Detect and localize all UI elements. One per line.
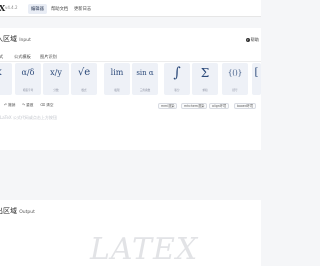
tile-caption: 括号	[232, 89, 238, 92]
toggle-align[interactable]: align环境	[209, 103, 230, 109]
version-label: v4.4.2	[5, 5, 18, 10]
toggle-mml[interactable]: mml渲染	[158, 103, 178, 109]
undo-button[interactable]: ↶ 撤销	[4, 103, 15, 108]
tab-formula[interactable]: 式	[0, 54, 3, 60]
tile-symbol: α/δ	[21, 68, 35, 77]
tile-symbol: lim	[110, 68, 124, 77]
redo-button[interactable]: ↷ 重做	[22, 103, 33, 108]
tile-symbol: sin α	[136, 69, 154, 77]
toggle-boxed[interactable]: boxed环境	[234, 103, 257, 109]
redo-label: 重做	[26, 103, 34, 107]
tile-caption: 希腊字母	[22, 89, 34, 92]
nav-changelog[interactable]: 更新日志	[71, 4, 94, 14]
latex-watermark-logo: LATEX	[90, 232, 199, 266]
tile-caption: 三角函数	[139, 89, 151, 92]
input-subtitle: Input	[19, 38, 31, 43]
tile-caption: 极限	[114, 89, 120, 92]
output-section-title: 出区域 Output	[0, 206, 35, 216]
tile-limit[interactable]: lim 极限	[104, 63, 130, 95]
tile-symbol: {()}	[227, 69, 243, 77]
tile-symbol: ∫	[173, 65, 181, 81]
input-tabs: 式 公式模板 图片识别	[0, 53, 261, 62]
toggle-mhchem[interactable]: mhchem渲染	[181, 103, 208, 109]
clear-button[interactable]: ⌫ 清空	[40, 103, 53, 108]
output-subtitle: Output	[19, 210, 35, 215]
help-icon: ?	[245, 38, 250, 42]
tile-caption: 分数	[53, 89, 59, 92]
tile-x[interactable]: x	[0, 63, 12, 95]
tile-symbol: √e	[77, 67, 91, 78]
top-bar: X v4.4.2 编辑器 帮助文档 更新日志	[0, 0, 261, 17]
tile-symbol: x/y	[50, 68, 62, 77]
input-section-title: 入区域 Input	[0, 34, 31, 44]
clear-label: 清空	[46, 103, 54, 107]
tile-symbol: [	[254, 67, 259, 78]
tile-symbol: Σ	[200, 66, 210, 80]
input-title: 入区域	[0, 35, 17, 43]
latex-input-placeholder[interactable]: LaTeX 公式代码或点击上方按钮	[0, 115, 57, 121]
tile-brackets[interactable]: {()} 括号	[222, 63, 248, 95]
undo-label: 撤销	[8, 103, 16, 107]
nav-editor[interactable]: 编辑器	[28, 4, 47, 14]
tile-caption: 求和	[202, 89, 208, 92]
tile-caption: 积分	[174, 89, 180, 92]
tile-matrix[interactable]: [	[252, 63, 261, 95]
tile-symbol: x	[0, 67, 12, 79]
tile-caption: 根式	[81, 89, 87, 92]
tile-greek[interactable]: α/δ 希腊字母	[15, 63, 41, 95]
tab-templates[interactable]: 公式模板	[14, 54, 31, 60]
tile-sum[interactable]: Σ 求和	[192, 63, 218, 95]
tile-fraction[interactable]: x/y 分数	[43, 63, 69, 95]
output-title: 出区域	[0, 207, 17, 215]
tab-image-recognition[interactable]: 图片识别	[40, 54, 57, 60]
tile-root[interactable]: √e 根式	[71, 63, 97, 95]
help-link[interactable]: ? 帮助	[245, 37, 259, 43]
nav-docs[interactable]: 帮助文档	[48, 4, 71, 14]
tile-integral[interactable]: ∫ 积分	[164, 63, 190, 95]
tile-trig[interactable]: sin α 三角函数	[132, 63, 158, 95]
help-label: 帮助	[250, 37, 259, 42]
